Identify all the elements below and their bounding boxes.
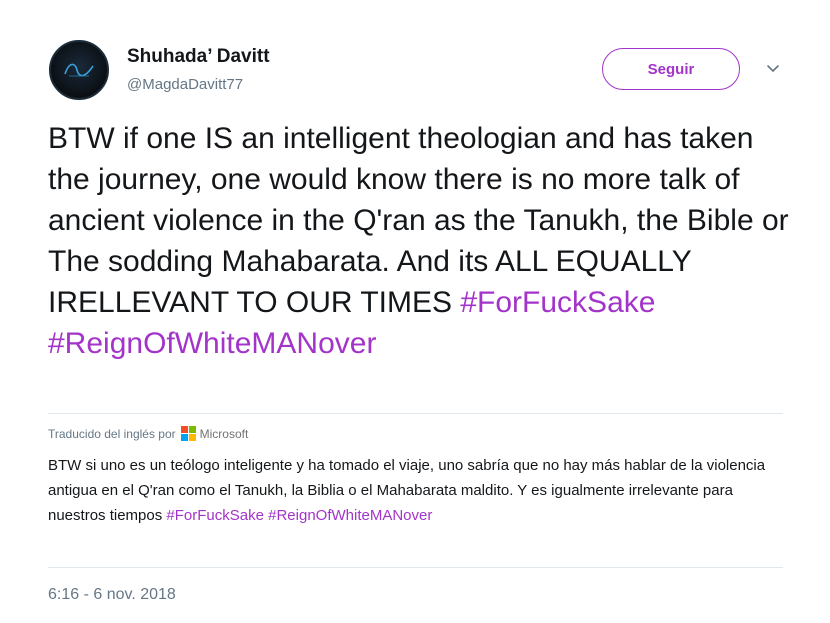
divider [48,567,783,568]
user-handle[interactable]: @MagdaDavitt77 [127,76,243,93]
translation-attribution: Traducido del inglés por Microsoft [48,426,248,441]
tweet-timestamp[interactable]: 6:16 - 6 nov. 2018 [48,586,176,604]
tweet-body: BTW if one IS an intelligent theologian … [48,122,789,319]
microsoft-logo-icon [180,426,196,441]
tweet-text: BTW if one IS an intelligent theologian … [48,118,798,364]
chevron-down-icon[interactable] [764,63,782,75]
translation-provider[interactable]: Microsoft [200,427,249,441]
avatar[interactable] [49,40,109,100]
follow-button[interactable]: Seguir [602,48,740,90]
translated-text: BTW si uno es un teólogo inteligente y h… [48,453,768,528]
translation-label: Traducido del inglés por [48,426,176,441]
hashtag-link[interactable]: #ReignOfWhiteMANover [268,507,432,524]
user-display-name[interactable]: Shuhada’ Davitt [127,46,270,68]
avatar-logo-icon [64,63,94,77]
divider [48,413,783,414]
hashtag-link[interactable]: #ForFuckSake [460,286,655,319]
hashtag-link[interactable]: #ReignOfWhiteMANover [48,327,376,360]
hashtag-link[interactable]: #ForFuckSake [166,507,264,524]
